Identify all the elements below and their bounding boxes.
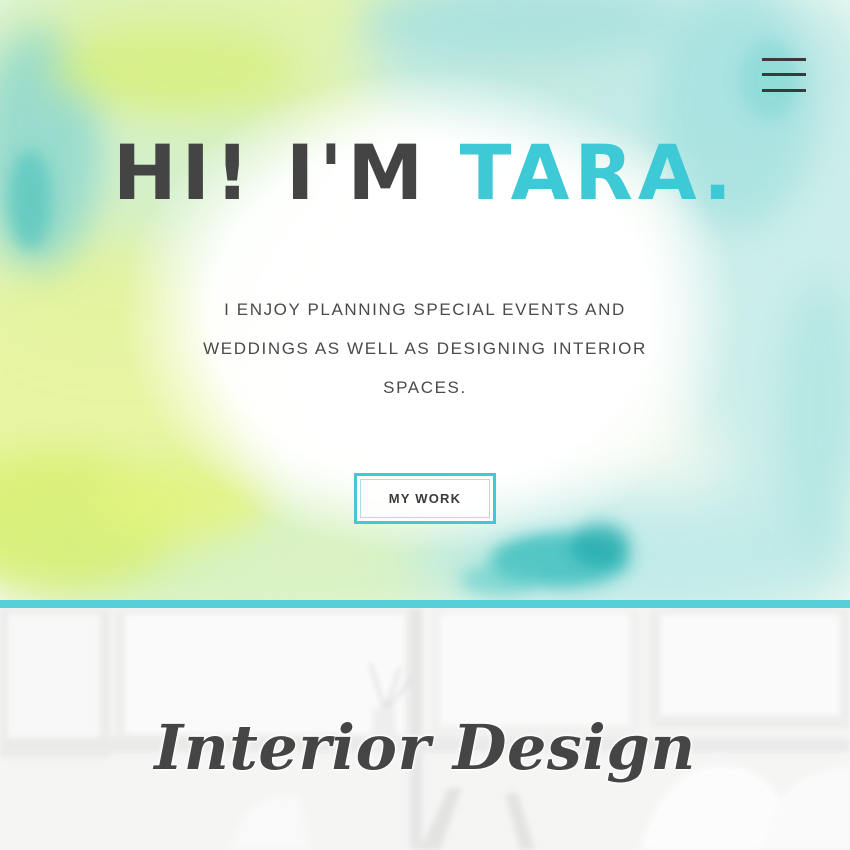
hero-tagline: I ENJOY PLANNING SPECIAL EVENTS AND WEDD… <box>203 300 647 397</box>
interior-design-section[interactable]: Interior Design <box>0 608 850 850</box>
hamburger-menu-icon-bar <box>762 73 806 76</box>
hero-section: HI! I'M TARA. I ENJOY PLANNING SPECIAL E… <box>0 0 850 601</box>
my-work-button-label: MY WORK <box>388 491 462 506</box>
hamburger-menu-icon-bar <box>762 89 806 92</box>
my-work-button[interactable]: MY WORK <box>354 473 496 524</box>
hero-title: HI! I'M TARA. <box>0 128 850 218</box>
hero-title-main: HI! I'M <box>112 128 460 217</box>
hamburger-menu-button[interactable] <box>762 56 806 96</box>
hamburger-menu-icon <box>762 58 806 61</box>
section-divider <box>0 600 850 608</box>
page: HI! I'M TARA. I ENJOY PLANNING SPECIAL E… <box>0 0 850 850</box>
hero-title-name: TARA. <box>459 128 738 217</box>
interior-design-title: Interior Design <box>153 710 696 785</box>
